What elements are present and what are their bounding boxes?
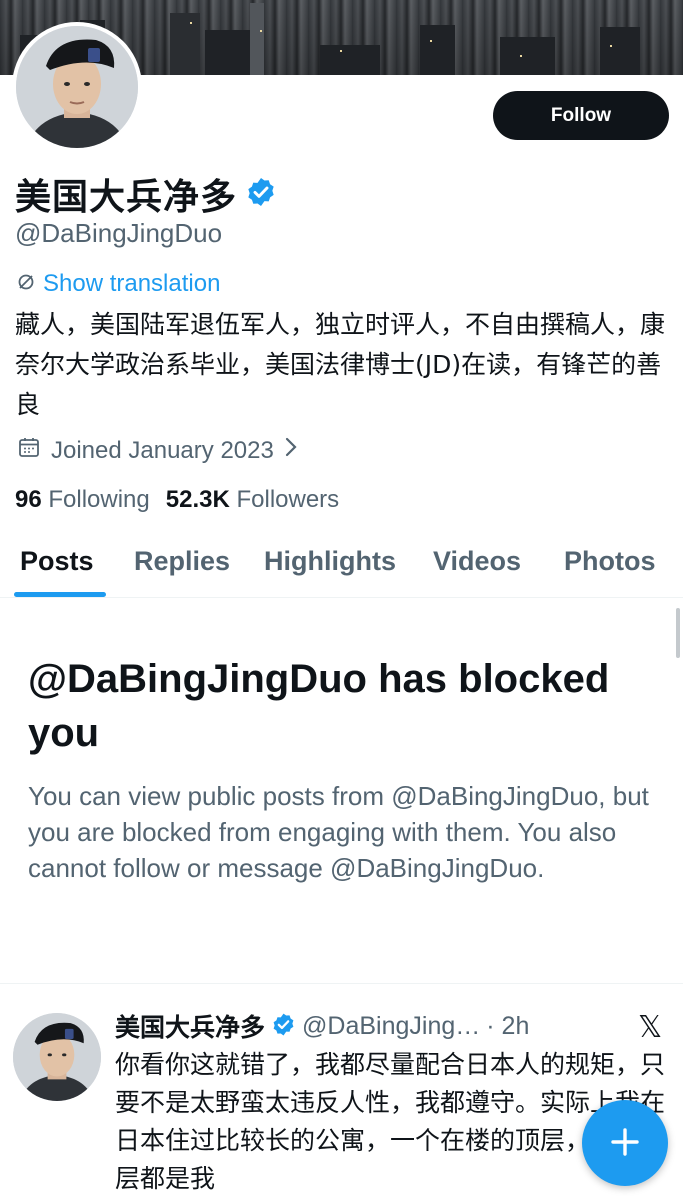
active-tab-indicator	[14, 592, 106, 597]
tab-replies[interactable]: Replies	[134, 546, 230, 577]
tweet-author-handle[interactable]: @DaBingJing…	[302, 1012, 480, 1041]
profile-bio: 藏人，美国陆军退伍军人，独立时评人，不自由撰稿人，康奈尔大学政治系毕业，美国法律…	[15, 310, 666, 419]
tweet-text[interactable]: 你看你这就错了，我都尽量配合日本人的规矩，只要不是太野蛮太违反人性，我都遵守。实…	[115, 1046, 665, 1198]
show-translation-link[interactable]: Show translation	[17, 270, 220, 298]
blocked-description: You can view public posts from @DaBingJi…	[28, 781, 649, 883]
profile-tabs: Posts Replies Highlights Videos Photos	[0, 540, 683, 598]
following-count: 96	[15, 486, 42, 513]
scrollbar[interactable]	[676, 608, 680, 658]
joined-label: Joined January 2023	[51, 436, 274, 464]
tweet-time[interactable]: · 2h	[486, 1012, 529, 1041]
profile-display-name: 美国大兵净多	[15, 177, 238, 218]
compose-button[interactable]	[582, 1100, 668, 1186]
joined-date[interactable]: Joined January 2023	[17, 435, 298, 466]
chevron-right-icon	[284, 436, 298, 465]
tab-highlights[interactable]: Highlights	[264, 546, 396, 577]
profile-avatar[interactable]	[12, 22, 142, 152]
show-translation-label: Show translation	[43, 270, 221, 297]
profile-handle: @DaBingJingDuo	[15, 218, 223, 248]
tweet-avatar[interactable]	[13, 1013, 101, 1101]
tab-posts[interactable]: Posts	[20, 546, 94, 577]
following-label: Following	[48, 486, 150, 513]
calendar-icon	[17, 435, 41, 466]
profile-name-row: 美国大兵净多	[15, 168, 277, 220]
blocked-title: @DaBingJingDuo has blocked you	[28, 657, 610, 755]
following-link[interactable]: 96 Following	[15, 486, 150, 514]
tweet-author-name[interactable]: 美国大兵净多	[115, 1008, 265, 1044]
verified-badge-icon	[271, 1012, 296, 1041]
follow-stats: 96 Following 52.3K Followers	[15, 486, 339, 514]
followers-link[interactable]: 52.3K Followers	[166, 486, 339, 514]
follow-button[interactable]: Follow	[493, 91, 669, 140]
translate-icon	[17, 270, 35, 298]
tab-videos[interactable]: Videos	[433, 546, 521, 577]
plus-icon	[608, 1125, 642, 1162]
verified-badge-icon[interactable]	[245, 176, 277, 212]
x-logo-icon: 𝕏	[638, 1010, 663, 1045]
followers-count: 52.3K	[165, 486, 230, 513]
divider	[0, 983, 683, 984]
tab-photos[interactable]: Photos	[564, 546, 656, 577]
followers-label: Followers	[236, 486, 340, 513]
tweet-header: 美国大兵净多 @DaBingJing… · 2h	[115, 1008, 529, 1044]
